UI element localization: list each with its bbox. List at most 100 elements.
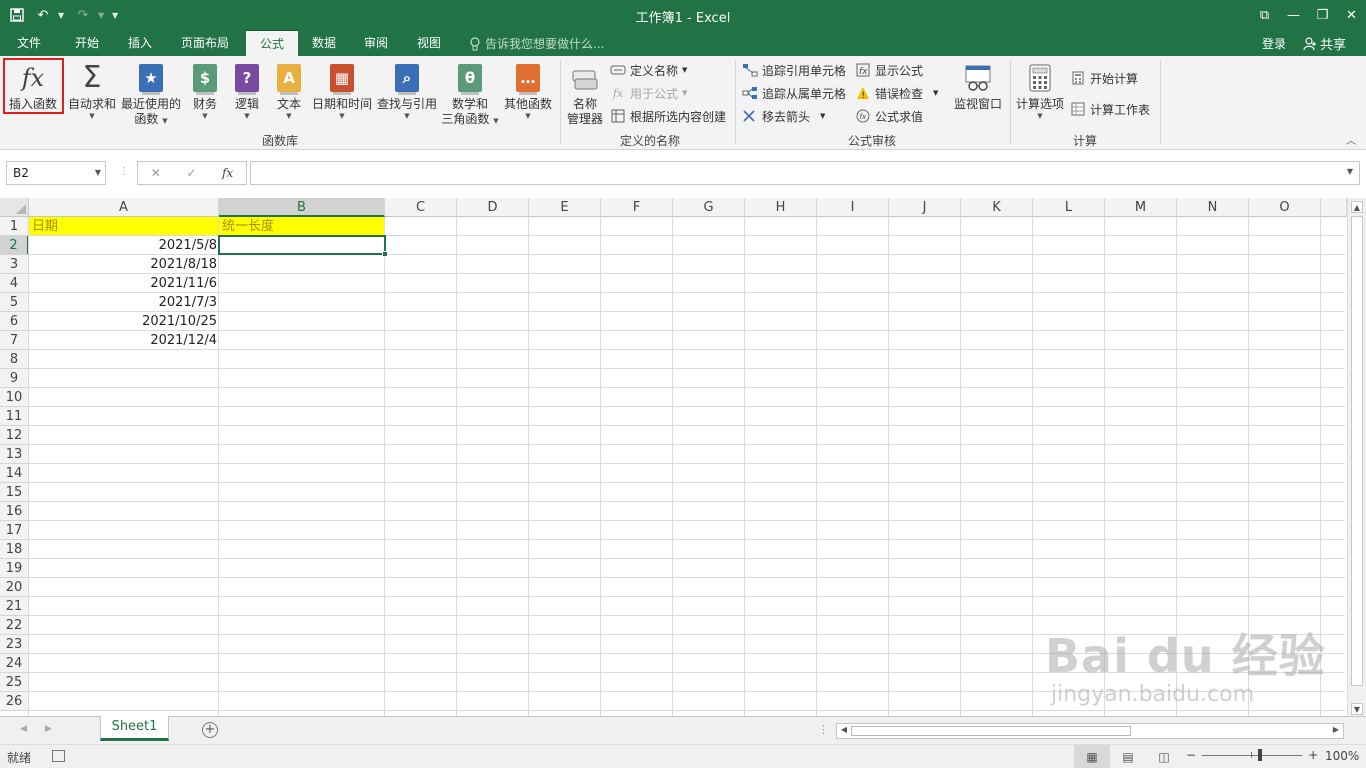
tab-formulas[interactable]: 公式 [246, 30, 298, 56]
tab-split-handle-icon[interactable]: ⋮ [818, 723, 829, 736]
logical-button[interactable]: ? 逻辑 ▼ [228, 58, 266, 120]
financial-button[interactable]: $ 财务 ▼ [186, 58, 224, 120]
close-icon[interactable]: ✕ [1337, 0, 1366, 30]
tab-view[interactable]: 视图 [402, 30, 456, 56]
column-header-j[interactable]: J [889, 198, 961, 217]
row-header-16[interactable]: 16 [0, 502, 29, 521]
date-time-button[interactable]: ▦ 日期和时间 ▼ [310, 58, 374, 120]
row-header-22[interactable]: 22 [0, 616, 29, 635]
share-button[interactable]: 共享 [1303, 34, 1346, 53]
row-header-10[interactable]: 10 [0, 388, 29, 407]
zoom-in-icon[interactable]: + [1308, 748, 1318, 762]
resize-handle-icon[interactable]: ⋮ [119, 166, 129, 177]
row-header-8[interactable]: 8 [0, 350, 29, 369]
vertical-scroll-thumb[interactable] [1351, 216, 1363, 686]
row-header-5[interactable]: 5 [0, 293, 29, 312]
trace-dependents-button[interactable]: 追踪从属单元格 [742, 83, 846, 103]
cell-a2[interactable]: 2021/5/8 [29, 236, 219, 255]
scroll-up-icon[interactable]: ▲ [1351, 201, 1363, 213]
cell-a4[interactable]: 2021/11/6 [29, 274, 219, 293]
cancel-icon[interactable]: ✕ [151, 166, 161, 180]
sheet-tab-sheet1[interactable]: Sheet1 [100, 716, 169, 741]
row-header-25[interactable]: 25 [0, 673, 29, 692]
enter-icon[interactable]: ✓ [186, 166, 196, 180]
text-button[interactable]: A 文本 ▼ [270, 58, 308, 120]
row-header-6[interactable]: 6 [0, 312, 29, 331]
row-header-24[interactable]: 24 [0, 654, 29, 673]
insert-function-fx-icon[interactable]: fx [222, 166, 233, 180]
autosum-button[interactable]: Σ 自动求和 ▼ [66, 58, 118, 121]
calculate-sheet-button[interactable]: 计算工作表 [1070, 99, 1150, 119]
row-header-21[interactable]: 21 [0, 597, 29, 616]
column-header-o[interactable]: O [1249, 198, 1321, 217]
row-header-18[interactable]: 18 [0, 540, 29, 559]
next-sheet-icon[interactable]: ▶ [45, 724, 52, 734]
tab-page-layout[interactable]: 页面布局 [164, 30, 246, 56]
recently-used-button[interactable]: ★ 最近使用的 函数 ▼ [120, 58, 182, 127]
ribbon-display-options-icon[interactable]: ⧉ [1250, 0, 1279, 30]
column-header-b[interactable]: B [219, 198, 385, 217]
cell-a1[interactable]: 日期 [29, 217, 219, 236]
scroll-down-icon[interactable]: ▼ [1351, 703, 1363, 715]
error-checking-button[interactable]: ! 错误检查 ▼ [855, 83, 938, 103]
row-header-11[interactable]: 11 [0, 407, 29, 426]
vertical-scrollbar[interactable]: ▲ ▼ [1347, 198, 1366, 718]
row-header-4[interactable]: 4 [0, 274, 29, 293]
calculate-now-button[interactable]: 开始计算 [1070, 68, 1138, 88]
zoom-thumb[interactable] [1258, 748, 1263, 761]
sign-in-link[interactable]: 登录 [1262, 35, 1286, 52]
calculation-options-button[interactable]: 计算选项 ▼ [1014, 58, 1066, 120]
tab-home[interactable]: 开始 [58, 30, 116, 56]
row-header-20[interactable]: 20 [0, 578, 29, 597]
column-header-m[interactable]: M [1105, 198, 1177, 217]
collapse-ribbon-icon[interactable]: ︿ [1346, 132, 1356, 147]
column-header-g[interactable]: G [673, 198, 745, 217]
cell-a3[interactable]: 2021/8/18 [29, 255, 219, 274]
horizontal-scroll-thumb[interactable] [851, 726, 1131, 736]
watch-window-button[interactable]: 监视窗口 [950, 58, 1006, 112]
row-header-26[interactable]: 26 [0, 692, 29, 711]
use-in-formula-button[interactable]: fx 用于公式 ▼ [610, 83, 688, 103]
minimize-icon[interactable]: — [1279, 0, 1308, 30]
math-trig-button[interactable]: θ 数学和 三角函数 ▼ [440, 58, 500, 127]
macro-record-icon[interactable] [52, 750, 65, 762]
show-formulas-button[interactable]: fx 显示公式 [855, 60, 923, 80]
column-header-i[interactable]: I [817, 198, 889, 217]
column-header-l[interactable]: L [1033, 198, 1105, 217]
tell-me-box[interactable]: 告诉我您想要做什么... [470, 35, 604, 52]
zoom-percentage[interactable]: 100% [1325, 749, 1359, 763]
row-header-15[interactable]: 15 [0, 483, 29, 502]
page-layout-view-icon[interactable]: ▤ [1110, 745, 1146, 768]
row-header-7[interactable]: 7 [0, 331, 29, 350]
chevron-down-icon[interactable]: ▼ [95, 162, 101, 184]
more-functions-button[interactable]: … 其他函数 ▼ [502, 58, 554, 120]
column-header-n[interactable]: N [1177, 198, 1249, 217]
cell-a5[interactable]: 2021/7/3 [29, 293, 219, 312]
evaluate-formula-button[interactable]: fx 公式求值 [855, 106, 923, 126]
tab-data[interactable]: 数据 [298, 30, 350, 56]
column-header-c[interactable]: C [385, 198, 457, 217]
row-header-14[interactable]: 14 [0, 464, 29, 483]
zoom-slider[interactable]: − + [1186, 748, 1318, 762]
column-header-h[interactable]: H [745, 198, 817, 217]
page-break-preview-icon[interactable]: ◫ [1146, 745, 1182, 768]
name-box[interactable]: B2 ▼ [6, 161, 106, 185]
cell-area[interactable]: 日期 统一长度 2021/5/8 2021/8/18 2021/11/6 2021/7/3… [28, 217, 1345, 716]
row-header-23[interactable]: 23 [0, 635, 29, 654]
formula-input[interactable]: ▼ [250, 161, 1360, 185]
zoom-out-icon[interactable]: − [1186, 748, 1196, 762]
cell-a7[interactable]: 2021/12/4 [29, 331, 219, 350]
lookup-reference-button[interactable]: ⌕ 查找与引用 ▼ [376, 58, 438, 120]
expand-formula-bar-icon[interactable]: ▼ [1347, 167, 1353, 176]
insert-function-button[interactable]: fx 插入函数 [4, 58, 62, 112]
column-header-k[interactable]: K [961, 198, 1033, 217]
prev-sheet-icon[interactable]: ◀ [20, 724, 27, 734]
fill-handle[interactable] [382, 251, 388, 257]
cell-a6[interactable]: 2021/10/25 [29, 312, 219, 331]
normal-view-icon[interactable]: ▦ [1074, 745, 1110, 768]
remove-arrows-button[interactable]: 移去箭头 ▼ [742, 106, 825, 126]
active-cell-selection[interactable] [218, 235, 386, 255]
row-header-3[interactable]: 3 [0, 255, 29, 274]
add-sheet-icon[interactable]: + [202, 722, 218, 738]
row-header-9[interactable]: 9 [0, 369, 29, 388]
